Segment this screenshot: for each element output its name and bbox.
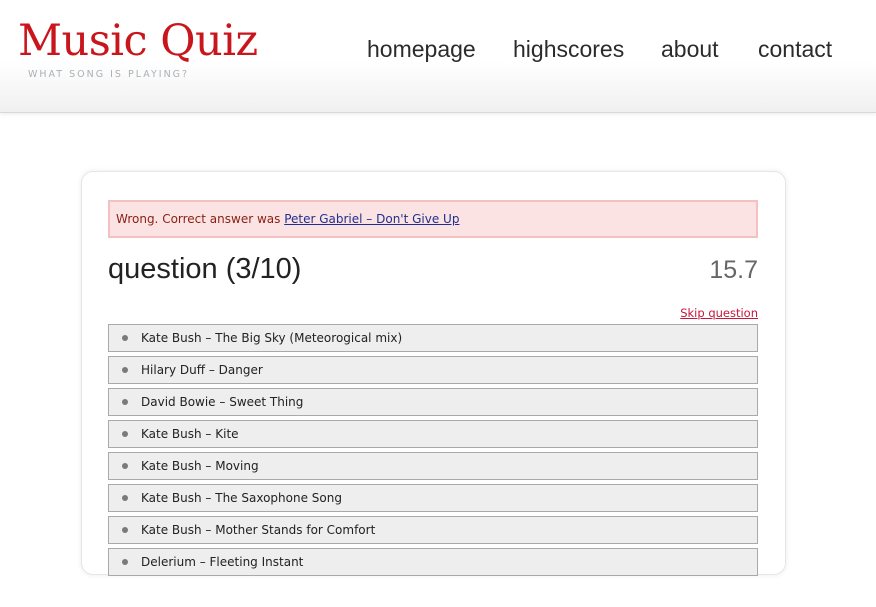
bullet-icon: [122, 527, 128, 533]
answer-label: Kate Bush – Kite: [141, 427, 239, 441]
skip-question-link[interactable]: Skip question: [680, 305, 758, 321]
answer-label: Kate Bush – The Big Sky (Meteorogical mi…: [141, 331, 403, 345]
nav-homepage[interactable]: homepage: [367, 34, 476, 64]
answer-option[interactable]: Kate Bush – Mother Stands for Comfort: [108, 516, 758, 544]
nav-contact[interactable]: contact: [758, 34, 832, 64]
bullet-icon: [122, 335, 128, 341]
answer-label: Hilary Duff – Danger: [141, 363, 263, 377]
answer-option[interactable]: David Bowie – Sweet Thing: [108, 388, 758, 416]
answer-label: Kate Bush – Moving: [141, 459, 259, 473]
answer-option[interactable]: Kate Bush – The Saxophone Song: [108, 484, 758, 512]
alert-prefix: Wrong. Correct answer was: [116, 212, 285, 226]
correct-answer-link[interactable]: Peter Gabriel – Don't Give Up: [284, 212, 459, 226]
answer-label: David Bowie – Sweet Thing: [141, 395, 304, 409]
bullet-icon: [122, 559, 128, 565]
timer-value: 15.7: [709, 256, 758, 284]
bullet-icon: [122, 495, 128, 501]
answer-label: Kate Bush – The Saxophone Song: [141, 491, 342, 505]
bullet-icon: [122, 431, 128, 437]
alert-message: Wrong. Correct answer was Peter Gabriel …: [116, 212, 459, 226]
nav-highscores[interactable]: highscores: [513, 34, 624, 64]
site-tagline: WHAT SONG IS PLAYING?: [28, 69, 190, 80]
answer-option[interactable]: Kate Bush – Moving: [108, 452, 758, 480]
wrong-answer-alert: Wrong. Correct answer was Peter Gabriel …: [108, 200, 758, 238]
answer-label: Kate Bush – Mother Stands for Comfort: [141, 523, 376, 537]
answer-option[interactable]: Hilary Duff – Danger: [108, 356, 758, 384]
bullet-icon: [122, 463, 128, 469]
bullet-icon: [122, 399, 128, 405]
answer-option[interactable]: Kate Bush – Kite: [108, 420, 758, 448]
answer-label: Delerium – Fleeting Instant: [141, 555, 304, 569]
site-header: Music Quiz WHAT SONG IS PLAYING? homepag…: [0, 0, 876, 113]
nav-about[interactable]: about: [661, 34, 719, 64]
main-nav: homepage highscores about contact: [0, 34, 876, 64]
answer-option[interactable]: Delerium – Fleeting Instant: [108, 548, 758, 576]
answer-list: Kate Bush – The Big Sky (Meteorogical mi…: [108, 324, 758, 580]
answer-option[interactable]: Kate Bush – The Big Sky (Meteorogical mi…: [108, 324, 758, 352]
question-title: question (3/10): [108, 253, 302, 285]
bullet-icon: [122, 367, 128, 373]
